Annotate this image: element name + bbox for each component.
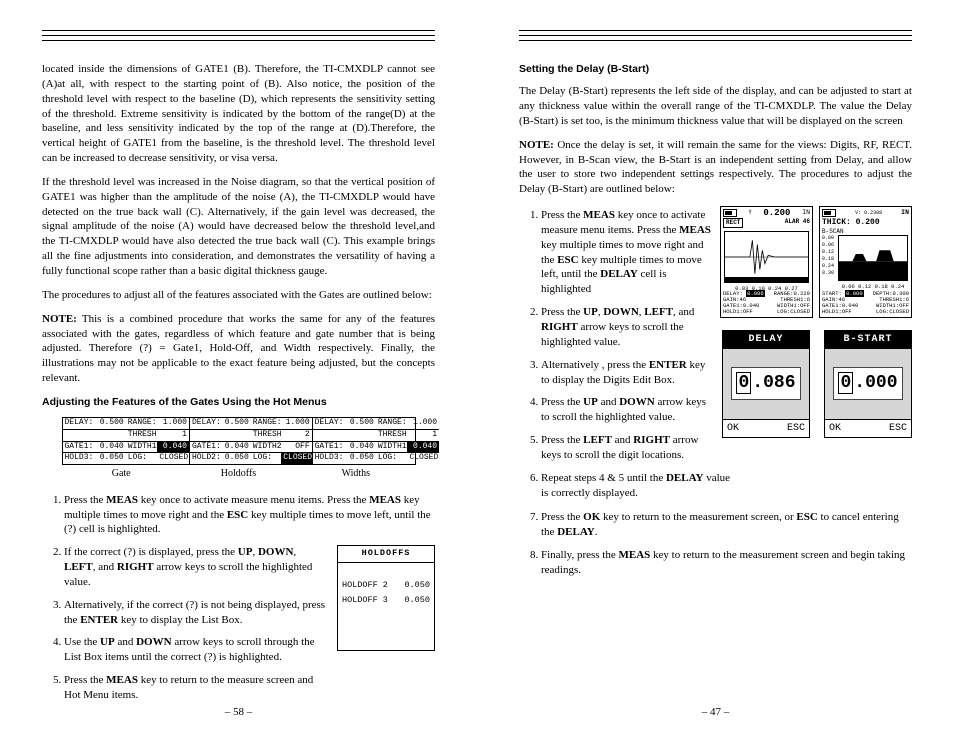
para-gate-intro-3: The procedures to adjust all of the feat… (42, 288, 435, 303)
scope-bscan: V: 0.2308IN THICK: 0.200 B-SCAN 0.00 0.0… (819, 206, 912, 318)
note-text: This is a combined procedure that works … (42, 313, 435, 384)
right-steps-7-8: Press the OK key to return to the measur… (519, 510, 912, 577)
right-step-7: Press the OK key to return to the measur… (541, 510, 912, 540)
antenna-icon: ⫯ (749, 209, 752, 218)
ok-button[interactable]: OK (727, 422, 739, 436)
hot-col-gate: DELAY:0.500RANGE:1.000 THRESH1:1 GATE1:0… (63, 418, 190, 464)
hot-menu-table: DELAY:0.500RANGE:1.000 THRESH1:1 GATE1:0… (62, 417, 416, 465)
note-delay: NOTE: Once the delay is set, it will rem… (519, 138, 912, 197)
right-step-5: Press the LEFT and RIGHT arrow keys to s… (541, 433, 735, 463)
hot-label-holdoffs: Holdoffs (180, 467, 297, 481)
holdoff-row-3: HOLDOFF 30.050 (338, 592, 434, 607)
waveform-plot (724, 231, 809, 283)
holdoff-row-2: HOLDOFF 20.050 (338, 577, 434, 592)
para-gate-intro-1: located inside the dimensions of GATE1 (… (42, 62, 435, 166)
esc-button[interactable]: ESC (787, 422, 805, 436)
hot-label-gate: Gate (63, 467, 180, 481)
note-text: Once the delay is set, it will remain th… (519, 139, 912, 196)
left-step-2: If the correct (?) is displayed, press t… (64, 545, 329, 590)
left-step-3: Alternatively, if the correct (?) is not… (64, 598, 329, 628)
battery-icon (723, 209, 737, 217)
esc-button[interactable]: ESC (889, 422, 907, 436)
left-step-4: Use the UP and DOWN arrow keys to scroll… (64, 635, 329, 665)
steps-block-left: Press the MEAS key once to activate meas… (42, 491, 435, 719)
page-number-right: – 47 – (477, 705, 954, 720)
section-title-delay: Setting the Delay (B-Start) (519, 62, 912, 76)
steps-block-right: ⫯0.200IN RECTALAR 46 0.03 0.10 0.24 0.27 (519, 206, 912, 508)
right-step-2: Press the UP, DOWN, LEFT, and RIGHT arro… (541, 305, 735, 350)
scope-rect: ⫯0.200IN RECTALAR 46 0.03 0.10 0.24 0.27 (720, 206, 813, 318)
note-combined-procedure: NOTE: This is a combined procedure that … (42, 312, 435, 386)
right-step-6: Repeat steps 4 & 5 until the DELAY value… (541, 471, 735, 501)
page-left: located inside the dimensions of GATE1 (… (0, 0, 477, 738)
right-step-8: Finally, press the MEAS key to return to… (541, 548, 912, 578)
two-page-spread: located inside the dimensions of GATE1 (… (0, 0, 954, 738)
para-delay-intro: The Delay (B-Start) represents the left … (519, 84, 912, 129)
para-gate-intro-2: If the threshold level was increased in … (42, 175, 435, 279)
note-label: NOTE: (42, 313, 77, 325)
bstart-edit-box: B-START 0.000 OKESC (824, 330, 912, 438)
left-steps: Press the MEAS key once to activate meas… (42, 493, 435, 538)
right-step-1: Press the MEAS key once to activate meas… (541, 208, 735, 297)
holdoffs-title: HOLDOFFS (338, 546, 434, 562)
section-title-gates: Adjusting the Features of the Gates Usin… (42, 395, 435, 409)
battery-icon (822, 209, 836, 217)
scope-right-hotmenu: START: 0.000DEPTH:0.300 GAIN:46THRESH1:6… (822, 291, 909, 315)
hot-menu-labels: Gate Holdoffs Widths (63, 467, 415, 481)
hot-label-widths: Widths (297, 467, 414, 481)
delay-edit-box: DELAY 0.086 OKESC (722, 330, 810, 438)
hot-col-widths: DELAY:0.500RANGE:1.000 THRESH3:1 GATE1:0… (313, 418, 439, 464)
holdoffs-listbox: HOLDOFFS HOLDOFF 20.050 HOLDOFF 30.050 (337, 545, 435, 650)
left-step-1: Press the MEAS key once to activate meas… (64, 493, 435, 538)
page-number-left: – 58 – (0, 705, 477, 720)
scope-figures: ⫯0.200IN RECTALAR 46 0.03 0.10 0.24 0.27 (720, 206, 912, 438)
header-rule (519, 30, 912, 40)
scope-left-hotmenu: DELAY: 0.086RANGE:0.229 GAIN:46THRESH1:6… (723, 291, 810, 315)
note-label: NOTE: (519, 139, 554, 151)
left-steps-cont: If the correct (?) is displayed, press t… (42, 545, 329, 711)
hot-col-holdoffs: DELAY:0.500RANGE:1.000 THRESH2:2 GATE1:0… (190, 418, 313, 464)
page-right: Setting the Delay (B-Start) The Delay (B… (477, 0, 954, 738)
right-steps-1-6: Press the MEAS key once to activate meas… (519, 208, 735, 500)
header-rule (42, 30, 435, 40)
left-step-5: Press the MEAS key to return to the meas… (64, 673, 329, 703)
ok-button[interactable]: OK (829, 422, 841, 436)
right-step-4: Press the UP and DOWN arrow keys to scro… (541, 395, 735, 425)
bscan-plot (838, 235, 908, 281)
right-step-3: Alternatively , press the ENTER key to d… (541, 358, 735, 388)
